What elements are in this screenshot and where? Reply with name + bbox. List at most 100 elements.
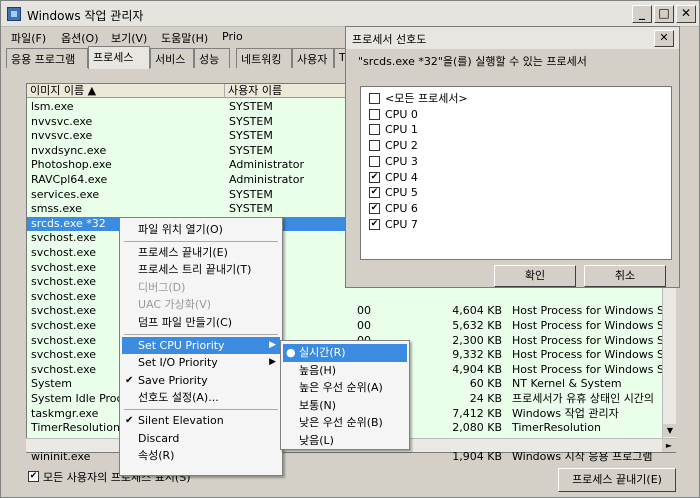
priority-menu-item[interactable]: 높음(H)	[283, 362, 407, 380]
tab-applications[interactable]: 응용 프로그램	[6, 48, 88, 68]
cell-image-name: nvvsvc.exe	[31, 129, 93, 143]
cpu-item[interactable]: CPU 0	[369, 107, 659, 123]
maximize-button[interactable]: □	[654, 5, 674, 23]
cell-image-name: Photoshop.exe	[31, 158, 112, 172]
dialog-message: "srcds.exe *32"을(를) 실행할 수 있는 프로세서	[358, 55, 587, 68]
scroll-right-icon[interactable]: ►	[662, 439, 676, 452]
cpu-checkbox[interactable]: ✔	[369, 202, 380, 214]
cell-image-name: RAVCpl64.exe	[31, 173, 108, 186]
priority-menu-item[interactable]: 낮음(L)	[283, 432, 407, 450]
priority-menu-item[interactable]: 보통(N)	[283, 397, 407, 415]
dialog-title: 프로세서 선호도	[352, 33, 427, 46]
cpu-item[interactable]: ✔ CPU 5	[369, 185, 659, 201]
scroll-down-icon[interactable]: ▼	[663, 424, 677, 437]
tab-processes[interactable]: 프로세스	[88, 46, 150, 69]
context-menu-item[interactable]: Set I/O Priority ▶	[122, 354, 280, 372]
ok-button[interactable]: 확인	[494, 265, 576, 287]
column-user-name[interactable]: 사용자 이름	[225, 84, 349, 98]
menu-item-label: 속성(R)	[138, 449, 175, 463]
cpu-checkbox[interactable]: ✔	[369, 218, 380, 230]
cpu-label: CPU 3	[385, 154, 418, 168]
cell-image-name: nvxdsync.exe	[31, 143, 107, 157]
context-menu-item[interactable]: UAC 가상화(V)	[122, 296, 280, 314]
context-menu-item[interactable]: 덤프 파일 만들기(C)	[122, 314, 280, 332]
cpu-checkbox[interactable]	[369, 155, 380, 167]
menu-prio[interactable]: Prio	[222, 30, 243, 43]
title-bar: Windows 작업 관리자 _ □ ✕	[1, 1, 699, 27]
cpu-item[interactable]: CPU 1	[369, 122, 659, 138]
cpu-label: CPU 4	[385, 170, 418, 184]
cancel-button[interactable]: 취소	[584, 265, 666, 287]
context-menu-item[interactable]: 파일 위치 열기(O)	[122, 221, 280, 239]
cpu-label: CPU 2	[385, 139, 418, 153]
cpu-checkbox[interactable]	[369, 93, 380, 104]
tab-users[interactable]: 사용자	[292, 48, 334, 68]
context-menu-item[interactable]: Discard	[122, 430, 280, 448]
menu-item-label: 보통(N)	[299, 398, 337, 412]
context-menu-item[interactable]: 프로세스 트리 끝내기(T)	[122, 261, 280, 279]
priority-menu-item[interactable]: 낮은 우선 순위(B)	[283, 414, 407, 432]
cell-cpu: 00	[357, 304, 371, 318]
cell-image-name: services.exe	[31, 187, 100, 201]
cell-description: Host Process for Windows Se	[512, 304, 671, 318]
minimize-button[interactable]: _	[632, 5, 652, 23]
cpu-checkbox[interactable]: ✔	[369, 171, 380, 183]
menu-separator	[124, 409, 278, 410]
context-menu-item[interactable]: ✔ Save Priority	[122, 372, 280, 390]
cpu-checkbox[interactable]	[369, 140, 380, 152]
menu-separator	[124, 240, 278, 242]
menu-item-label: 프로세스 트리 끝내기(T)	[138, 263, 252, 277]
context-menu-item[interactable]: 속성(R)	[122, 447, 280, 465]
context-menu-item[interactable]: 디버그(D)	[122, 279, 280, 297]
tab-services[interactable]: 서비스	[150, 48, 194, 68]
cell-description: Host Process for Windows Se	[512, 333, 671, 347]
context-menu-item[interactable]: Set CPU Priority ▶	[122, 336, 280, 355]
cell-user-name: SYSTEM	[229, 129, 273, 143]
menu-file[interactable]: 파일(F)	[11, 30, 46, 46]
context-menu-item[interactable]: ✔ Silent Elevation	[122, 412, 280, 430]
tab-performance[interactable]: 성능	[194, 48, 230, 68]
cell-cpu: 00	[357, 319, 371, 332]
column-image-name[interactable]: 이미지 이름 ▲	[27, 84, 225, 98]
cell-description: Windows 시작 응용 프로그램	[512, 450, 653, 464]
priority-menu-item[interactable]: ● 실시간(R)	[283, 344, 407, 362]
cpu-item[interactable]: <모든 프로세서>	[369, 91, 659, 107]
menu-item-label: 파일 위치 열기(O)	[138, 223, 223, 236]
cpu-label: CPU 1	[385, 123, 418, 137]
cell-memory: 7,412 KB	[452, 406, 502, 420]
cpu-item[interactable]: ✔ CPU 4	[369, 170, 659, 186]
cpu-item[interactable]: CPU 2	[369, 138, 659, 154]
checkmark-icon: ✔	[125, 374, 134, 386]
menu-item-label: Set CPU Priority	[138, 338, 225, 352]
menu-view[interactable]: 보기(V)	[111, 30, 147, 46]
cell-user-name: SYSTEM	[229, 143, 273, 157]
end-process-button[interactable]: 프로세스 끝내기(E)	[558, 468, 676, 492]
menu-item-label: 낮은 우선 순위(B)	[299, 416, 383, 429]
priority-menu-item[interactable]: 높은 우선 순위(A)	[283, 379, 407, 397]
cpu-label: CPU 7	[385, 217, 418, 231]
cpu-item[interactable]: CPU 3	[369, 154, 659, 170]
menu-help[interactable]: 도움말(H)	[161, 30, 208, 46]
cpu-checkbox[interactable]	[369, 108, 380, 120]
menu-item-label: 낮음(L)	[299, 433, 334, 447]
menu-item-label: 디버그(D)	[138, 280, 186, 294]
cell-memory: 4,604 KB	[452, 304, 502, 318]
context-menu-item[interactable]: 선호도 설정(A)...	[122, 389, 280, 407]
cell-user-name: Administrator	[229, 173, 304, 186]
cpu-item[interactable]: ✔ CPU 7	[369, 217, 659, 233]
cell-user-name: SYSTEM	[229, 114, 273, 128]
cpu-checkbox[interactable]	[369, 124, 380, 136]
radio-bullet-icon: ●	[286, 346, 296, 359]
context-menu-item[interactable]: 프로세스 끝내기(E)	[122, 244, 280, 262]
close-button[interactable]: ✕	[676, 5, 696, 23]
cpu-checkbox[interactable]: ✔	[369, 187, 380, 199]
menu-item-label: Save Priority	[138, 373, 208, 387]
cpu-item[interactable]: ✔ CPU 6	[369, 201, 659, 217]
tab-networking[interactable]: 네트워킹	[236, 48, 292, 68]
submenu-arrow-icon: ▶	[269, 357, 276, 368]
dialog-close-button[interactable]: ✕	[654, 30, 674, 47]
cell-user-name: Administrator	[229, 158, 304, 172]
cpu-label: CPU 0	[385, 107, 418, 121]
menu-options[interactable]: 옵션(O)	[61, 30, 98, 46]
show-all-users-checkbox[interactable]: ✔	[28, 471, 39, 482]
